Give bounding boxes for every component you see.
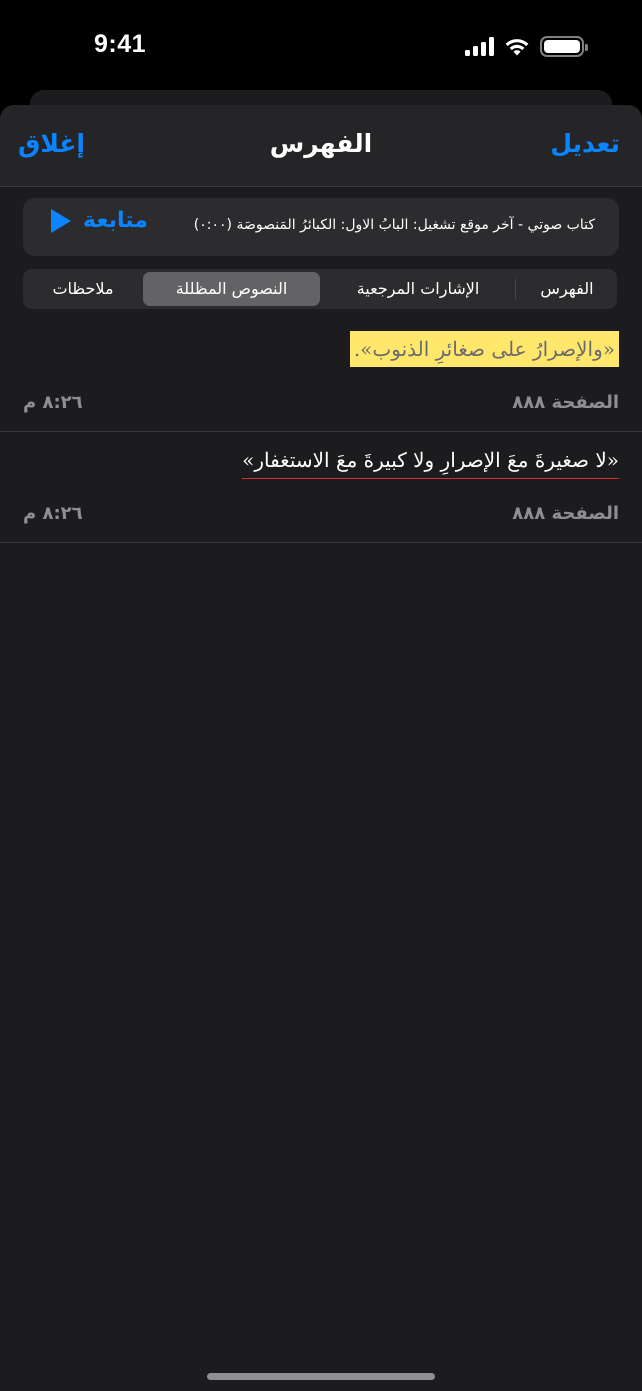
tab-bookmarks[interactable]: الإشارات المرجعية	[323, 272, 513, 306]
battery-icon	[540, 36, 588, 57]
tab-highlights[interactable]: النصوص المظللة	[143, 272, 320, 306]
status-bar: 9:41	[0, 0, 642, 92]
tab-index[interactable]: الفهرس	[519, 272, 615, 306]
continue-button[interactable]: متابعة	[51, 208, 148, 233]
status-time: 9:41	[94, 30, 147, 58]
entry-page: الصفحة ٨٨٨	[512, 392, 619, 413]
audiobook-last-position: كتاب صوتي - آخر موقع تشغيل: البابُ الاول…	[193, 217, 595, 233]
list-item[interactable]: «والإصرارُ على صغائرِ الذنوب». الصفحة ٨٨…	[0, 331, 642, 431]
tab-divider	[515, 279, 516, 299]
play-icon	[51, 208, 71, 233]
page-title: الفهرس	[269, 129, 373, 158]
cellular-signal-icon	[465, 37, 494, 56]
tab-notes[interactable]: ملاحظات	[25, 272, 141, 306]
audiobook-card: كتاب صوتي - آخر موقع تشغيل: البابُ الاول…	[23, 198, 619, 256]
status-icons	[465, 36, 588, 57]
home-indicator[interactable]	[207, 1373, 435, 1380]
entry-time: ٨:٢٦ م	[23, 392, 83, 413]
list-item[interactable]: «لا صغيرةَ معَ الإصرارِ ولا كبيرةَ معَ ا…	[0, 443, 642, 543]
close-button[interactable]: إغلاق	[18, 129, 85, 158]
index-sheet: تعديل الفهرس إغلاق كتاب صوتي - آخر موقع …	[0, 105, 642, 1391]
underlined-quote: «لا صغيرةَ معَ الإصرارِ ولا كبيرةَ معَ ا…	[242, 443, 619, 479]
entry-time: ٨:٢٦ م	[23, 503, 83, 524]
divider	[0, 542, 642, 543]
wifi-icon	[505, 38, 529, 55]
entry-page: الصفحة ٨٨٨	[512, 503, 619, 524]
navigation-bar: تعديل الفهرس إغلاق	[0, 105, 642, 187]
highlighted-quote: «والإصرارُ على صغائرِ الذنوب».	[349, 331, 619, 367]
continue-label: متابعة	[83, 208, 148, 233]
divider	[0, 431, 642, 432]
segmented-control: الفهرس الإشارات المرجعية النصوص المظللة …	[23, 269, 617, 309]
